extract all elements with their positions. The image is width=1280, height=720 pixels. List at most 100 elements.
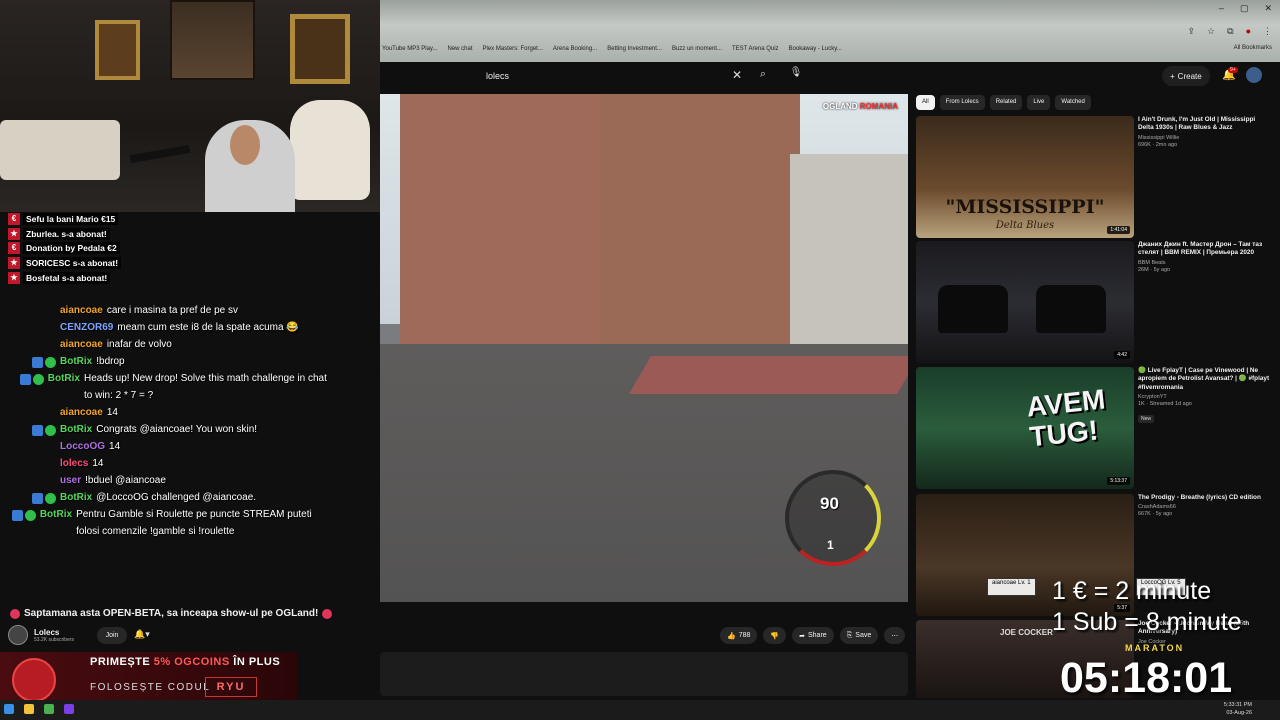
more-actions-button[interactable]: ⋯ [884, 627, 906, 644]
channel-name[interactable]: BBM Beats [1138, 260, 1272, 266]
bookmark[interactable]: Plex Masters: Forget... [483, 46, 543, 52]
search-icon[interactable]: ⌕ [760, 68, 766, 81]
account-avatar[interactable] [1246, 67, 1262, 83]
verified-bot-badge-icon [32, 374, 44, 385]
chat-username: aiancoae [60, 339, 103, 350]
channel-name[interactable]: CrashAdams66 [1138, 504, 1272, 510]
chat-badges [0, 506, 36, 521]
chat-badges [0, 302, 56, 306]
chat-username: BotRix [47, 373, 80, 384]
share-label: Share [808, 632, 827, 639]
share-button[interactable]: ➦ Share [792, 627, 834, 644]
description-box[interactable] [380, 652, 908, 696]
maximize-button[interactable]: ▢ [1240, 3, 1249, 14]
star-icon[interactable]: ☆ [1207, 26, 1215, 37]
search-input[interactable]: lolecs [486, 71, 509, 81]
duration-badge: 5:13:37 [1107, 477, 1130, 485]
extensions-icon[interactable]: ⧉ [1227, 26, 1233, 37]
chat-text: 14 [106, 407, 118, 418]
menu-icon[interactable]: ⋮ [1263, 26, 1272, 37]
chat-badges [0, 336, 56, 340]
chat-text: 14 [92, 458, 104, 469]
bookmark[interactable]: Bookaway - Lucky... [789, 46, 842, 52]
share-icon[interactable]: ⇪ [1188, 26, 1196, 37]
promo-prefix: PRIMEȘTE [90, 656, 154, 668]
chat-text: care i masina ta pref de pe sv [106, 305, 238, 316]
recommended-video[interactable]: "MISSISSIPPI" Delta Blues 1:41:04 I Ain'… [916, 116, 1276, 240]
join-button[interactable]: Join [97, 627, 127, 644]
chat-message: LoccoOG 14 [0, 438, 330, 455]
video-thumbnail[interactable]: AVEM TUG! 5:13:37 [916, 367, 1134, 489]
chip-live[interactable]: Live [1027, 95, 1051, 110]
subscriber-count: 53.2K subscribers [34, 636, 75, 643]
channel-name[interactable]: Lolecs [34, 628, 74, 637]
chip-watched[interactable]: Watched [1055, 95, 1091, 110]
channel-avatar[interactable] [8, 625, 28, 645]
thumbs-up-icon: 👍 [727, 632, 736, 640]
chat-username: BotRix [39, 509, 73, 520]
video-thumbnail[interactable]: "MISSISSIPPI" Delta Blues 1:41:04 [916, 116, 1134, 238]
chat-username: BotRix [60, 424, 93, 435]
gear-value: 1 [827, 538, 834, 552]
streamer-head [230, 125, 260, 165]
system-clock[interactable]: 5:33:31 PM 03-Aug-26 [1224, 701, 1252, 717]
painting-frame [95, 20, 140, 80]
chrome-icon[interactable] [44, 704, 54, 714]
alert-item: ★ SORICESC s-a abonat! [8, 256, 380, 271]
chat-message: aiancoae inafar de volvo [0, 336, 330, 353]
chip-all[interactable]: All [916, 95, 935, 110]
video-player[interactable]: OGLAND ROMANIA 90 1 [380, 94, 908, 602]
chip-related[interactable]: Related [989, 95, 1023, 110]
video-title[interactable]: I Ain't Drunk, I'm Just Old | Mississipp… [1138, 116, 1272, 133]
app-icon[interactable] [64, 704, 74, 714]
alert-item: € Sefu la bani Mario €15 [8, 212, 380, 227]
bookmark[interactable]: TEST Arena Quiz [732, 46, 779, 52]
windows-start-icon[interactable] [4, 704, 14, 714]
video-title[interactable]: The Prodigy - Breathe (lyrics) CD editio… [1138, 494, 1272, 502]
minimize-button[interactable]: – [1219, 3, 1224, 14]
video-thumbnail[interactable]: 4:42 [916, 241, 1134, 363]
profile-icon[interactable]: ● [1246, 26, 1251, 37]
search-box[interactable]: lolecs ✕ ⌕ [480, 65, 776, 87]
channel-name[interactable]: KcryptonYT [1138, 394, 1272, 400]
window-controls: – ▢ ✕ [1219, 3, 1272, 14]
save-label: Save [855, 632, 872, 639]
bookmark[interactable]: Arena Booking... [553, 46, 597, 52]
chat-text: meam cum este i8 de la spate acuma 😂 [117, 322, 299, 333]
subscription-bell-icon[interactable]: 🔔▾ [134, 629, 150, 640]
subathon-rate-euro: 1 € = 2 minute [1052, 577, 1212, 605]
voice-search-icon[interactable]: 🎙 [788, 67, 804, 83]
chat-badges [0, 489, 56, 504]
promo-code: RYU [205, 677, 257, 697]
clear-search-icon[interactable]: ✕ [732, 68, 742, 82]
game-building [400, 94, 600, 354]
all-bookmarks[interactable]: All Bookmarks [1234, 45, 1272, 51]
video-title[interactable]: Джаних Джин ft. Мастер Дрон – Там таз ст… [1138, 241, 1272, 258]
save-button[interactable]: ⎘ Save [839, 627, 879, 644]
file-explorer-icon[interactable] [24, 704, 34, 714]
video-title: Saptamana asta OPEN-BETA, sa inceapa sho… [24, 608, 319, 619]
like-button[interactable]: 👍 788 [720, 627, 758, 644]
viewer-level: Lv. 1 [1018, 580, 1031, 586]
video-meta: 1K · Streamed 1d ago [1138, 401, 1192, 408]
dislike-button[interactable]: 👎 [763, 627, 787, 644]
close-window-button[interactable]: ✕ [1264, 3, 1272, 14]
alert-item: € Donation by Pedala €2 [8, 241, 380, 256]
armchair [290, 100, 370, 200]
channel-name[interactable]: Mississippi Willie [1138, 135, 1272, 141]
promo-subline: FOLOSEȘTE CODUL [90, 682, 211, 693]
video-info: Джаних Джин ft. Мастер Дрон – Там таз ст… [1138, 241, 1272, 273]
chip-from-lolecs[interactable]: From Lolecs [939, 95, 985, 110]
recommended-video[interactable]: AVEM TUG! 5:13:37 🟢 Live FplayT | Case p… [916, 367, 1276, 491]
video-title[interactable]: 🟢 Live FplayT | Case pe Vinewood | Ne ap… [1138, 367, 1272, 392]
bookmark[interactable]: YouTube MP3 Play... [382, 46, 437, 52]
sofa [0, 120, 120, 180]
game-sidewalk [629, 356, 908, 394]
create-button[interactable]: + Create [1162, 66, 1210, 86]
chat-message: aiancoae care i masina ta pref de pe sv [0, 302, 330, 319]
bookmark[interactable]: New chat [447, 46, 472, 52]
bookmark[interactable]: Buzz un moment... [672, 46, 722, 52]
chat-badges [0, 455, 56, 459]
bookmark[interactable]: Betting Investment... [607, 46, 662, 52]
recommended-video[interactable]: 4:42 Джаних Джин ft. Мастер Дрон – Там т… [916, 241, 1276, 365]
